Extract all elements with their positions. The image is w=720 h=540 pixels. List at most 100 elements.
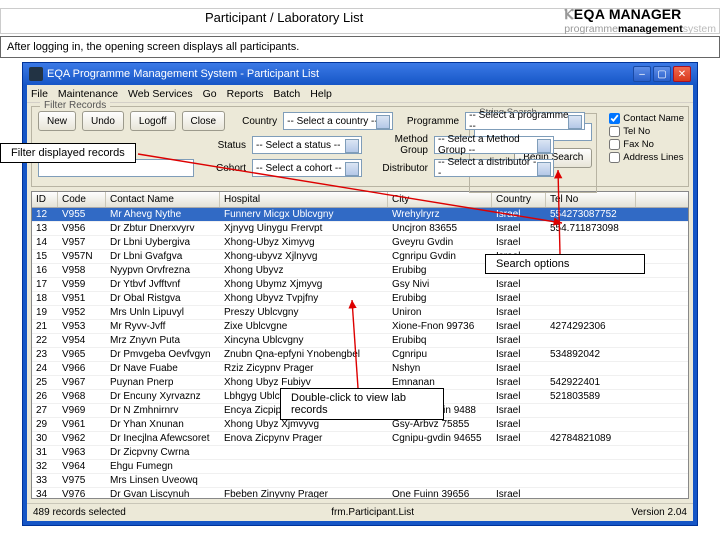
status-label: Status [200, 140, 246, 151]
cell: 14 [32, 237, 58, 248]
table-row[interactable]: 34V976Dr Gvan LiscynuhFbeben Zinyvny Pra… [32, 488, 688, 498]
cell: Fbeben Zinyvny Prager [220, 489, 388, 498]
callout-search-options: Search options [485, 254, 645, 274]
cell: Enova Zicpynv Prager [220, 433, 388, 444]
cell: 4274292306 [546, 321, 636, 332]
cell: V962 [58, 433, 106, 444]
logo-mark: Ⲕ [564, 6, 573, 23]
col-contact[interactable]: Contact Name [106, 192, 220, 207]
menu-go[interactable]: Go [203, 88, 217, 100]
cell: 17 [32, 279, 58, 290]
cell: Dr Encuny Xyrvaznz [106, 391, 220, 402]
table-row[interactable]: 13V956Dr Zbtur DnerxvyrvXjnyvg Uinygu Fr… [32, 222, 688, 236]
chk-fax-no[interactable]: Fax No [609, 139, 654, 150]
callout-filter-records: Filter displayed records [0, 143, 136, 163]
minimize-button[interactable]: – [633, 66, 651, 82]
cell: Israel [492, 223, 546, 234]
cell: Uncjron 83655 [388, 223, 492, 234]
cell: Erubibg [388, 293, 492, 304]
col-id[interactable]: ID [32, 192, 58, 207]
menu-reports[interactable]: Reports [227, 88, 264, 100]
table-row[interactable]: 31V963Dr Zicpvny Cwrna [32, 446, 688, 460]
cell: Mrs Unln Lipuvyl [106, 307, 220, 318]
programme-dropdown[interactable]: -- Select a programme -- [465, 112, 585, 130]
undo-button[interactable]: Undo [82, 111, 124, 131]
table-row[interactable]: 22V954Mrz Znyvn PutaXincyna UblcvgnyErub… [32, 334, 688, 348]
cell: 24 [32, 363, 58, 374]
col-code[interactable]: Code [58, 192, 106, 207]
table-row[interactable]: 32V964Ehgu Fumegn [32, 460, 688, 474]
cell: V967 [58, 377, 106, 388]
cell: 22 [32, 335, 58, 346]
cell: 26 [32, 391, 58, 402]
table-row[interactable]: 14V957Dr Lbni UybergivaXhong-Ubyz Ximyvg… [32, 236, 688, 250]
chk-tel-no[interactable]: Tel No [609, 126, 650, 137]
cell: Israel [492, 293, 546, 304]
table-row[interactable]: 33V975Mrs Linsen Uveowq [32, 474, 688, 488]
country-dropdown[interactable]: -- Select a country -- [283, 112, 393, 130]
titlebar[interactable]: EQA Programme Management System - Partic… [23, 63, 697, 85]
cell: Mr Ahevg Nythe [106, 209, 220, 220]
table-row[interactable]: 23V965Dr Pmvgeba OevfvgynZnubn Qna-epfyn… [32, 348, 688, 362]
table-row[interactable]: 18V951Dr Obal RistgvaXhong Ubyvz Tvpjfny… [32, 292, 688, 306]
cell: Cgnipu-gvdin 94655 [388, 433, 492, 444]
table-row[interactable]: 21V953Mr Ryvv-JvffZixe UblcvgneXione-Fno… [32, 320, 688, 334]
cell: Israel [492, 363, 546, 374]
menu-file[interactable]: File [31, 88, 48, 100]
cell: Nshyn [388, 363, 492, 374]
country-label: Country [231, 116, 277, 127]
participant-grid[interactable]: ID Code Contact Name Hospital City Count… [31, 191, 689, 499]
table-row[interactable]: 29V961Dr Yhan XnunanXhong Ubyz XjmvyvgGs… [32, 418, 688, 432]
table-row[interactable]: 19V952Mrs Unln LipuvylPreszy UblcvgnyUni… [32, 306, 688, 320]
cell: V952 [58, 307, 106, 318]
cell: 27 [32, 405, 58, 416]
table-row[interactable]: 24V966Dr Nave FuabeRziz Zicypnv PragerNs… [32, 362, 688, 376]
cell: 554273087752 [546, 209, 636, 220]
cell: V975 [58, 475, 106, 486]
maximize-button[interactable]: ▢ [653, 66, 671, 82]
cell: V976 [58, 489, 106, 498]
app-icon [29, 67, 43, 81]
cell: Erubibg [388, 265, 492, 276]
cell: Wrehylryrz [388, 209, 492, 220]
logoff-button[interactable]: Logoff [130, 111, 176, 131]
table-row[interactable]: 12V955Mr Ahevg NytheFunnerv Micgx Ublcvg… [32, 208, 688, 222]
cell: 31 [32, 447, 58, 458]
chk-contact-name[interactable]: Contact Name [609, 113, 684, 124]
close-window-button[interactable]: ✕ [673, 66, 691, 82]
cell: 18 [32, 293, 58, 304]
close-button[interactable]: Close [182, 111, 226, 131]
cell: Xhong-ubyvz Xjlnyvg [220, 251, 388, 262]
cell: 12 [32, 209, 58, 220]
table-row[interactable]: 17V959Dr Ytbvf JvfftvnfXhong Ubymz Xjmyv… [32, 278, 688, 292]
col-hospital[interactable]: Hospital [220, 192, 388, 207]
grid-body[interactable]: 12V955Mr Ahevg NytheFunnerv Micgx Ublcvg… [32, 208, 688, 498]
status-dropdown[interactable]: -- Select a status -- [252, 136, 362, 154]
cell: One Fuinn 39656 [388, 489, 492, 498]
cohort-dropdown[interactable]: -- Select a cohort -- [252, 159, 362, 177]
logo: ⲔEQA MANAGER programmemanagementsystem [564, 6, 716, 35]
cell: Dr Nave Fuabe [106, 363, 220, 374]
search-field-checkboxes: Contact Name Tel No Fax No Address Lines [609, 113, 684, 193]
cell: V969 [58, 405, 106, 416]
cell: Dr N Zmhnirnrv [106, 405, 220, 416]
method-group-dropdown[interactable]: -- Select a Method Group -- [434, 136, 554, 154]
cell: V959 [58, 279, 106, 290]
distributor-dropdown[interactable]: -- Select a distributor -- [434, 159, 554, 177]
cell: V957 [58, 237, 106, 248]
menu-maintenance[interactable]: Maintenance [58, 88, 118, 100]
cell: V963 [58, 447, 106, 458]
col-tel[interactable]: Tel No [546, 192, 636, 207]
menu-help[interactable]: Help [310, 88, 332, 100]
menu-batch[interactable]: Batch [273, 88, 300, 100]
table-row[interactable]: 30V962Dr Inecjlna AfewcsoretEnova Zicpyn… [32, 432, 688, 446]
cell: Gsy Nivi [388, 279, 492, 290]
col-country[interactable]: Country [492, 192, 546, 207]
cell: Uniron [388, 307, 492, 318]
new-button[interactable]: New [38, 111, 76, 131]
col-city[interactable]: City [388, 192, 492, 207]
chk-address-lines[interactable]: Address Lines [609, 152, 683, 163]
menu-webservices[interactable]: Web Services [128, 88, 193, 100]
cell: 15 [32, 251, 58, 262]
cell: V955 [58, 209, 106, 220]
